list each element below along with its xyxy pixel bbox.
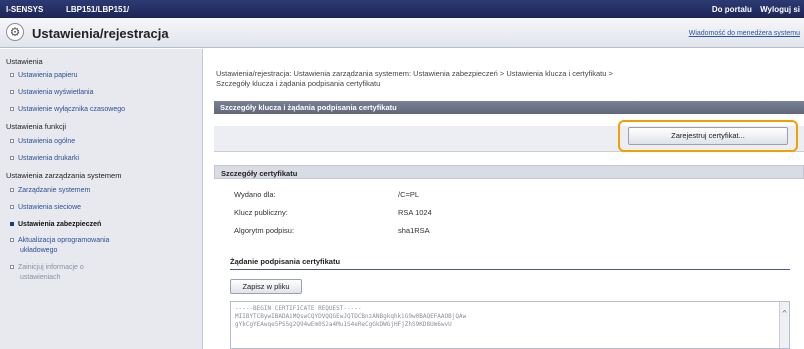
brand-label: I-SENSYS [6,5,44,14]
detail-row-public-key: Klucz publiczny: RSA 1024 [234,208,432,217]
sidebar-item-system-management[interactable]: Zarządzanie systemem [10,187,90,194]
sidebar-item-label: Zainicjuj informacje o [18,264,84,271]
cert-line: MIIBYTCBywIBADAiMQswCQYDVQQGEwJQTDCBnzAN… [235,313,467,320]
breadcrumb-line: Szczegóły klucza i żądania podpisania ce… [216,79,381,88]
bullet-icon [10,222,14,227]
top-links: Do portalu Wyloguj si [706,5,800,14]
sidebar-item-label: Ustawienia ogólne [18,138,76,145]
save-to-file-button[interactable]: Zapisz w pliku [230,279,302,294]
title-bar: ⚙ Ustawienia/rejestracja Wiadomość do me… [0,18,804,48]
sidebar-item-label: Ustawienia papieru [18,72,78,79]
model-label: LBP151/LBP151/ [66,5,130,14]
sidebar-item-label: Ustawienia zabezpieczeń [18,221,102,228]
bullet-icon [10,107,14,112]
sidebar-item-label: Ustawienia wyświetlania [18,89,94,96]
gear-icon: ⚙ [6,23,24,41]
sidebar-item-printer[interactable]: Ustawienia drukarki [10,155,79,162]
detail-value: RSA 1024 [398,208,432,217]
cert-line: gYkCgYEAwqe5PS5g2Q94wEm0S2a4Mu1S4eReCgGk… [235,321,452,328]
chevron-up-icon[interactable]: ^ [782,309,787,318]
detail-row-issued: Wydano dla: /C=PL [234,190,419,199]
divider [230,269,790,270]
page-title: Ustawienia/rejestracja [32,26,169,41]
cert-line: -----BEGIN CERTIFICATE REQUEST----- [235,305,362,312]
top-bar: I-SENSYS LBP151/LBP151/ Do portalu Wylog… [0,0,804,18]
sidebar-category-system[interactable]: Ustawienia zarządzania systemem [6,171,121,180]
sidebar: Ustawienia Ustawienia papieru Ustawienia… [0,49,203,349]
bullet-icon [10,188,14,193]
detail-row-signature: Algorytm podpisu: sha1RSA [234,226,430,235]
logout-link[interactable]: Wyloguj si [760,5,800,14]
request-title: Żądanie podpisania certyfikatu [230,257,341,266]
sidebar-item-network[interactable]: Ustawienia sieciowe [10,204,81,211]
breadcrumb-line: Ustawienia/rejestracja: Ustawienia zarzą… [216,69,613,78]
bullet-icon [10,90,14,95]
details-header: Szczegóły certyfikatu [214,165,804,179]
register-button-highlight: Zarejestruj certyfikat... [618,120,798,152]
bullet-icon [10,73,14,78]
main-content: Ustawienia/rejestracja: Ustawienia zarzą… [214,49,804,349]
sidebar-item-label: Ustawienia sieciowe [18,204,82,211]
panel-header: Szczegóły klucza i żądania podpisania ce… [214,101,804,114]
message-admin-link[interactable]: Wiadomość do menedżera systemu [689,30,800,37]
sidebar-item-init[interactable]: Zainicjuj informacje o [10,264,84,271]
detail-value: /C=PL [398,190,420,199]
bullet-icon [10,139,14,144]
sidebar-item-general[interactable]: Ustawienia ogólne [10,138,75,145]
sidebar-item-init-cont[interactable]: ustawieniach [20,274,60,281]
sidebar-item-label: Ustawienie wyłącznika czasowego [18,106,125,113]
sidebar-category-functions[interactable]: Ustawienia funkcji [6,122,66,131]
sidebar-item-label: Aktualizacja oprogramowania [18,237,110,244]
sidebar-item-label: Ustawienia drukarki [18,155,80,162]
sidebar-item-firmware-cont[interactable]: układowego [20,247,57,254]
detail-label: Klucz publiczny: [234,208,288,217]
sidebar-item-label: Zarządzanie systemem [18,187,91,194]
register-certificate-button[interactable]: Zarejestruj certyfikat... [628,127,788,145]
bullet-icon [10,238,14,243]
sidebar-item-paper[interactable]: Ustawienia papieru [10,72,78,79]
bullet-icon [10,205,14,210]
sidebar-item-firmware[interactable]: Aktualizacja oprogramowania [10,237,109,244]
sidebar-item-security[interactable]: Ustawienia zabezpieczeń [10,221,101,228]
breadcrumb: Ustawienia/rejestracja: Ustawienia zarzą… [216,69,796,89]
sidebar-item-timer[interactable]: Ustawienie wyłącznika czasowego [10,106,125,113]
detail-value: sha1RSA [398,226,430,235]
detail-label: Wydano dla: [234,190,276,199]
portal-link[interactable]: Do portalu [712,5,752,14]
bullet-icon [10,265,14,270]
scrollbar[interactable]: ^ [779,302,789,348]
detail-label: Algorytm podpisu: [234,226,295,235]
certificate-request-textarea[interactable]: -----BEGIN CERTIFICATE REQUEST----- MIIB… [230,301,790,349]
sidebar-category-settings[interactable]: Ustawienia [6,57,43,66]
bullet-icon [10,156,14,161]
sidebar-item-display[interactable]: Ustawienia wyświetlania [10,89,93,96]
